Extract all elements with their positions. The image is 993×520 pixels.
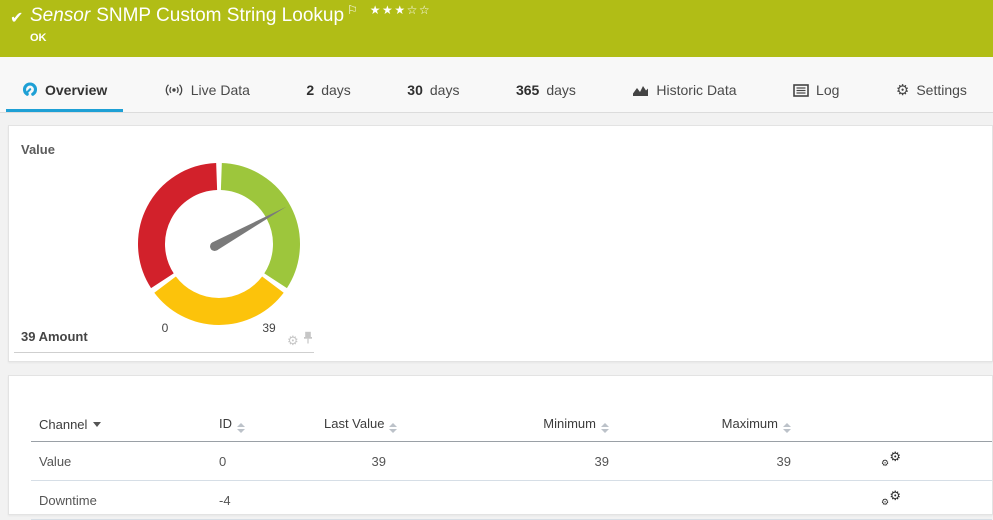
tab-30-days[interactable]: 30 days <box>391 57 475 112</box>
column-label: Last Value <box>324 416 384 431</box>
column-label: ID <box>219 416 232 431</box>
cell-minimum: 39 <box>416 442 634 481</box>
stars-filled: ★★★ <box>370 3 407 17</box>
column-label: Maximum <box>722 416 778 431</box>
channels-table: Channel ID Last Value Minimum Maximum Value0… <box>31 416 992 520</box>
tab-number: 365 <box>516 82 539 98</box>
column-label: Channel <box>39 417 87 432</box>
tab-settings[interactable]: ⚙ Settings <box>880 57 983 112</box>
status-check-icon: ✔ <box>10 8 23 28</box>
tab-bar: Overview Live Data 2 days 30 days 365 days Histo… <box>0 57 993 113</box>
sort-both-icon <box>389 423 397 433</box>
tab-overview[interactable]: Overview <box>6 57 123 112</box>
cell-actions: ⚙⚙ <box>819 481 992 520</box>
sort-both-icon <box>601 423 609 433</box>
status-badge: OK <box>30 32 431 44</box>
cell-actions: ⚙⚙ <box>819 442 992 481</box>
cell-last_value: 39 <box>316 442 416 481</box>
tab-label: Log <box>816 82 839 98</box>
tab-number: 30 <box>407 82 423 98</box>
gauge-needle-hub <box>210 242 219 251</box>
sensor-name: SNMP Custom String Lookup <box>96 5 344 26</box>
sort-both-icon <box>237 423 245 433</box>
tab-historic-data[interactable]: Historic Data <box>616 57 752 112</box>
value-gauge <box>128 153 310 335</box>
sort-both-icon <box>783 423 791 433</box>
sort-desc-icon <box>93 422 101 427</box>
column-header-id[interactable]: ID <box>211 416 316 442</box>
tab-label: days <box>430 82 460 98</box>
channel-row-value: Value0393939⚙⚙ <box>31 442 992 481</box>
cell-id: -4 <box>211 481 316 520</box>
channel-settings-icon[interactable]: ⚙⚙ <box>881 451 901 468</box>
cell-maximum: 39 <box>634 442 819 481</box>
sensor-header: ✔ SensorSNMP Custom String Lookup⚐★★★☆☆ … <box>0 0 993 57</box>
column-header-channel[interactable]: Channel <box>31 416 211 442</box>
tab-live-data[interactable]: Live Data <box>148 57 266 112</box>
column-header-last_value[interactable]: Last Value <box>316 416 416 442</box>
cell-last_value <box>316 481 416 520</box>
settings-icon: ⚙ <box>896 83 909 98</box>
tab-label: Settings <box>916 82 967 98</box>
log-icon <box>793 84 809 97</box>
tab-label: Live Data <box>191 82 250 98</box>
column-label: Minimum <box>543 416 596 431</box>
gauge-actions: ⚙ <box>287 331 313 349</box>
channel-settings-icon[interactable]: ⚙⚙ <box>881 490 901 507</box>
channels-panel: Channel ID Last Value Minimum Maximum Value0… <box>8 375 993 515</box>
tab-label: Overview <box>45 82 107 98</box>
cell-channel[interactable]: Value <box>31 442 211 481</box>
stars-empty: ☆☆ <box>407 3 432 17</box>
column-header-actions <box>819 416 992 442</box>
gauge-segment-yellow <box>165 285 273 312</box>
cell-id: 0 <box>211 442 316 481</box>
column-header-minimum[interactable]: Minimum <box>416 416 634 442</box>
sensor-kind-label: Sensor <box>30 5 90 26</box>
gauge-segment-green <box>221 177 286 281</box>
table-header-row: Channel ID Last Value Minimum Maximum <box>31 416 992 442</box>
tab-label: days <box>321 82 351 98</box>
live-data-icon <box>164 83 184 97</box>
pin-icon[interactable] <box>303 331 313 349</box>
gauge-scale-max: 39 <box>257 321 281 335</box>
tab-label: days <box>546 82 576 98</box>
gauge-caption: 39 Amount <box>21 329 88 344</box>
gauge-panel: Value 0 39 39 Amount ⚙ <box>8 125 993 362</box>
tab-365-days[interactable]: 365 days <box>500 57 592 112</box>
tab-log[interactable]: Log <box>777 57 855 112</box>
flag-icon[interactable]: ⚐ <box>347 3 358 17</box>
cell-minimum <box>416 481 634 520</box>
gauge-panel-title: Value <box>21 142 55 157</box>
cell-channel[interactable]: Downtime <box>31 481 211 520</box>
channel-row-downtime: Downtime-4 ⚙⚙ <box>31 481 992 520</box>
priority-stars[interactable]: ★★★☆☆ <box>370 3 431 17</box>
historic-data-icon <box>632 84 649 97</box>
column-header-maximum[interactable]: Maximum <box>634 416 819 442</box>
gauge-icon <box>22 82 38 98</box>
gear-icon[interactable]: ⚙ <box>287 334 299 347</box>
tab-number: 2 <box>306 82 314 98</box>
page-title: Sensor SNMP Custom String Lookup⚐ ★★★☆☆ <box>30 4 431 29</box>
gauge-scale-min: 0 <box>153 321 177 335</box>
cell-maximum <box>634 481 819 520</box>
tab-label: Historic Data <box>656 82 736 98</box>
gauge-segment-red <box>152 177 217 281</box>
gauge-caption-underline <box>14 352 314 353</box>
tab-2-days[interactable]: 2 days <box>290 57 366 112</box>
